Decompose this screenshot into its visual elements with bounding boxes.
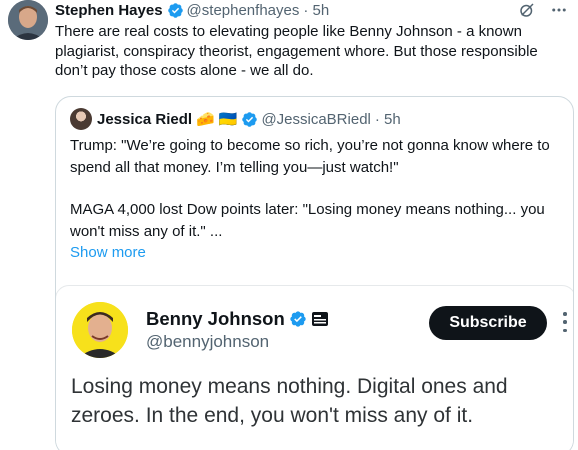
verified-badge-icon[interactable] <box>241 111 258 128</box>
quote-author-handle[interactable]: @JessicaBRiedl <box>261 111 370 128</box>
author-avatar[interactable] <box>8 0 48 40</box>
quote-time[interactable]: · 5h <box>375 111 401 128</box>
author-name[interactable]: Stephen Hayes <box>55 2 163 19</box>
embed-author-name: Benny Johnson <box>146 308 329 330</box>
verified-badge-icon[interactable] <box>167 2 184 19</box>
cheese-emoji: 🧀 <box>196 111 215 128</box>
embed-avatar <box>72 302 128 358</box>
verified-badge-icon <box>289 310 307 328</box>
tweet-header: Stephen Hayes @stephenfhayes · 5h <box>55 0 329 20</box>
embed-name-text: Benny Johnson <box>146 308 285 329</box>
quote-author-avatar[interactable] <box>70 108 92 130</box>
ukraine-flag-emoji: 🇺🇦 <box>218 111 238 128</box>
quote-text: Trump: "We’re going to become so rich, y… <box>70 135 565 264</box>
quote-author-name[interactable]: Jessica Riedl <box>97 111 192 128</box>
tweet-actions-top <box>518 1 568 24</box>
quote-line-2: MAGA 4,000 lost Dow points later: "Losin… <box>70 201 545 240</box>
author-avatar-image <box>8 0 48 40</box>
show-more-link[interactable]: Show more <box>70 242 565 264</box>
more-options-icon[interactable] <box>550 1 568 24</box>
embedded-image[interactable]: Benny Johnson @bennyjohnson Subscribe Lo… <box>56 285 573 450</box>
embed-author-handle: @bennyjohnson <box>146 332 270 351</box>
author-handle[interactable]: @stephenfhayes <box>187 2 300 19</box>
quote-header: Jessica Riedl 🧀 🇺🇦 @JessicaBRiedl · 5h <box>70 108 401 130</box>
news-badge-icon <box>311 311 329 327</box>
kebab-menu-icon <box>563 312 567 332</box>
subscribe-button: Subscribe <box>429 306 547 340</box>
tweet-text: There are real costs to elevating people… <box>55 23 538 79</box>
grok-icon[interactable] <box>518 1 536 24</box>
quote-line-1: Trump: "We’re going to become so rich, y… <box>70 137 550 176</box>
embed-text: Losing money means nothing. Digital ones… <box>71 375 508 427</box>
tweet-time[interactable]: · 5h <box>303 2 329 19</box>
quoted-tweet[interactable]: Jessica Riedl 🧀 🇺🇦 @JessicaBRiedl · 5h T… <box>55 96 574 450</box>
